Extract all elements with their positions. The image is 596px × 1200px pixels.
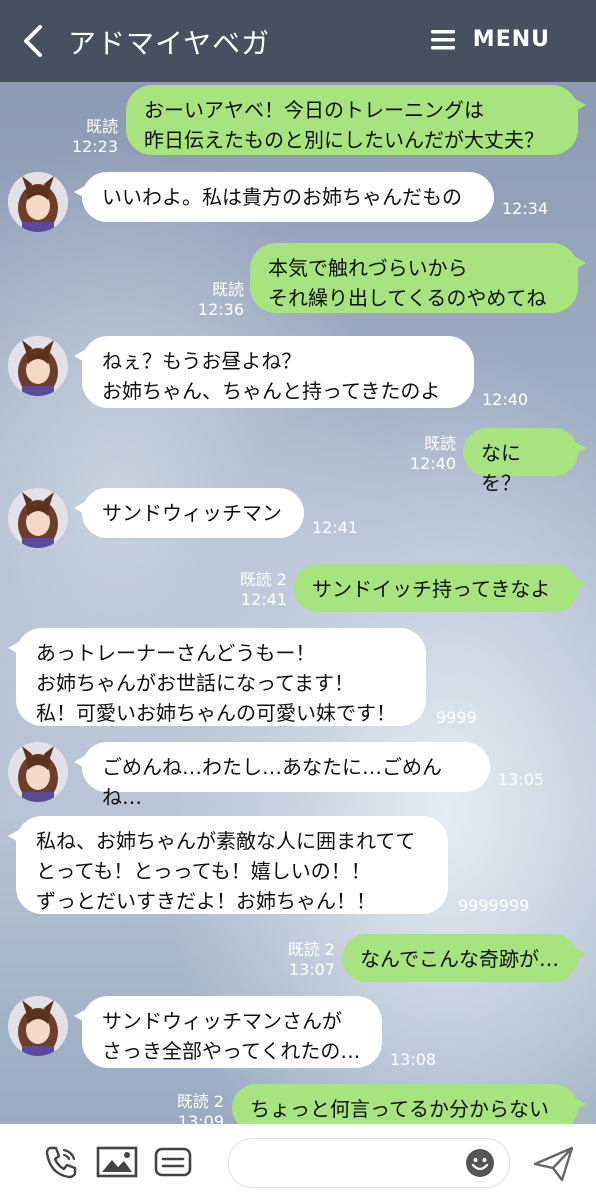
message-bubble-in[interactable]: いいわよ。私は貴方のお姉ちゃんだもの: [74, 172, 494, 222]
message-bubble-out[interactable]: サンドイッチ持ってきなよ: [294, 564, 586, 612]
message-time: 12:34: [502, 199, 549, 218]
message-bubble-out[interactable]: なんでこんな奇跡が…: [342, 934, 586, 982]
message-time: 13:05: [498, 770, 545, 789]
message-time: 13:09: [177, 1112, 224, 1124]
image-icon[interactable]: [96, 1144, 138, 1180]
message-time: 13:08: [390, 1050, 437, 1069]
message-bubble-in[interactable]: 私ね、お姉ちゃんが素敵な人に囲まれてて とっても！とっっても！嬉しいの！！ ずっ…: [8, 816, 448, 914]
keep-icon[interactable]: [154, 1144, 192, 1180]
read-receipt: 既読: [85, 117, 118, 136]
read-receipt: 既読: [423, 434, 456, 453]
input-bar: [0, 1124, 596, 1200]
read-receipt: 既読 2: [239, 570, 287, 589]
read-receipt: 既読: [211, 280, 244, 299]
send-icon[interactable]: [532, 1144, 576, 1184]
smiley-icon[interactable]: [465, 1148, 495, 1178]
menu-icon: [430, 29, 455, 49]
chat-header: アドマイヤベガ MENU: [0, 0, 596, 82]
phone-icon[interactable]: [42, 1144, 80, 1180]
message-time: 12:41: [312, 518, 359, 537]
message-time: 9999: [436, 708, 477, 727]
message-meta: 既読 2 12:41: [240, 570, 287, 610]
message-meta: 既読 2 13:07: [288, 940, 335, 980]
message-meta: 既読 12:23: [72, 117, 118, 157]
message-meta: 既読 12:36: [198, 280, 244, 320]
message-bubble-in[interactable]: サンドウィッチマンさんが さっき全部やってくれたの…: [74, 996, 382, 1068]
chat-title: アドマイヤベガ: [68, 27, 271, 60]
avatar[interactable]: [8, 742, 68, 802]
message-bubble-out[interactable]: ちょっと何言ってるか分からない: [232, 1084, 586, 1124]
message-meta: 既読 12:40: [410, 434, 456, 474]
avatar[interactable]: [8, 488, 68, 548]
message-time: 12:36: [197, 300, 244, 319]
message-time: 12:40: [482, 390, 529, 409]
menu-button[interactable]: MENU: [430, 27, 550, 52]
message-bubble-out[interactable]: おーいアヤベ！今日のトレーニングは 昨日伝えたものと別にしたいんだが大丈夫？: [126, 85, 586, 155]
message-input[interactable]: [228, 1138, 510, 1188]
message-bubble-in[interactable]: ねぇ？もうお昼よね？ お姉ちゃん、ちゃんと持ってきたのよ: [74, 336, 474, 408]
chat-area[interactable]: おーいアヤベ！今日のトレーニングは 昨日伝えたものと別にしたいんだが大丈夫？ 既…: [0, 82, 596, 1124]
message-bubble-in[interactable]: あっトレーナーさんどうもー！ お姉ちゃんがお世話になってます！ 私！可愛いお姉ち…: [8, 628, 426, 726]
avatar[interactable]: [8, 996, 68, 1056]
message-time: 13:07: [288, 960, 335, 979]
back-arrow-icon[interactable]: [20, 24, 46, 58]
avatar[interactable]: [8, 172, 68, 232]
message-meta: 既読 2 13:09: [177, 1092, 224, 1124]
avatar[interactable]: [8, 336, 68, 396]
message-bubble-out[interactable]: なにを？: [463, 428, 586, 495]
message-time: 9999999: [458, 896, 530, 915]
message-time: 12:41: [240, 590, 287, 609]
message-bubble-out[interactable]: 本気で触れづらいから それ繰り出してくるのやめてね: [250, 243, 586, 313]
message-bubble-in[interactable]: ごめんね…わたし…あなたに…ごめんね…: [74, 742, 490, 809]
message-time: 12:23: [71, 137, 118, 156]
message-bubble-in[interactable]: サンドウィッチマン: [74, 488, 304, 538]
read-receipt: 既読 2: [176, 1092, 224, 1111]
read-receipt: 既読 2: [287, 940, 335, 959]
message-time: 12:40: [409, 454, 456, 473]
menu-label: MENU: [472, 27, 550, 52]
